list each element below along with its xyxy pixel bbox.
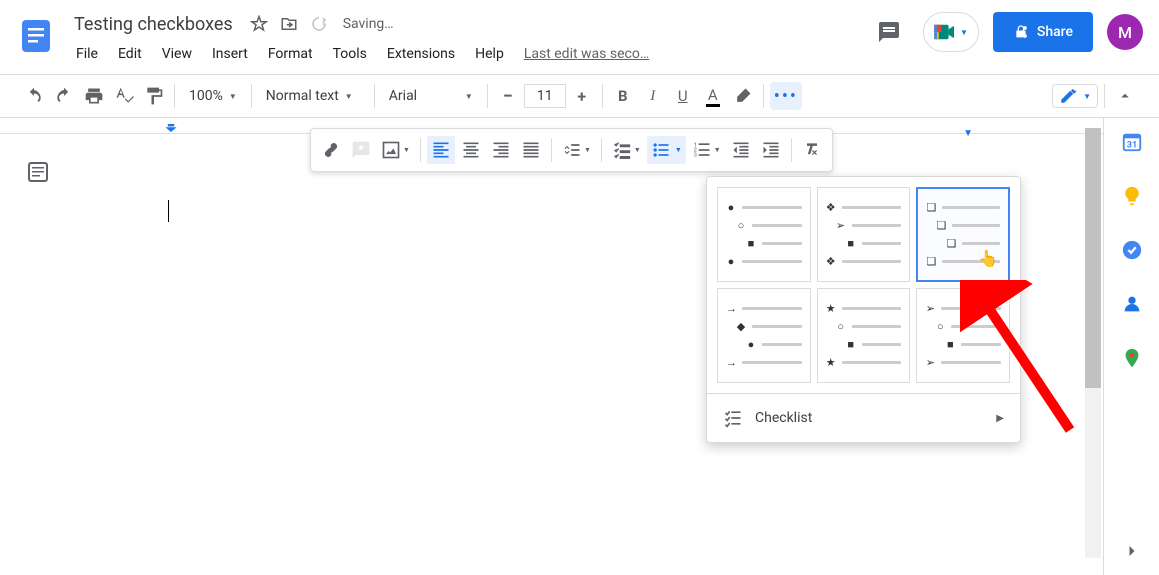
undo-button[interactable] xyxy=(20,82,48,110)
separator xyxy=(602,84,603,108)
decrease-indent-button[interactable] xyxy=(727,136,755,164)
document-title[interactable]: Testing checkboxes xyxy=(68,12,239,37)
side-panel-collapse-icon[interactable] xyxy=(1120,539,1144,563)
maps-icon[interactable] xyxy=(1120,346,1144,370)
bulleted-list-button[interactable]: ▼ xyxy=(647,136,686,164)
numbered-list-button[interactable]: 123▼ xyxy=(688,136,725,164)
bold-button[interactable]: B xyxy=(609,82,637,110)
cloud-status-icon xyxy=(309,14,329,34)
docs-home-icon[interactable] xyxy=(16,12,56,60)
menu-tools[interactable]: Tools xyxy=(325,42,375,66)
checklist-menu-item[interactable]: Checklist ▶ xyxy=(707,393,1020,442)
saving-status: Saving… xyxy=(343,16,394,32)
font-size-input[interactable]: 11 xyxy=(524,84,566,108)
align-right-button[interactable] xyxy=(487,136,515,164)
print-button[interactable] xyxy=(80,82,108,110)
side-panel: 31 xyxy=(1103,118,1159,575)
separator xyxy=(420,138,421,162)
separator xyxy=(251,84,252,108)
clear-formatting-button[interactable] xyxy=(798,136,826,164)
bullet-style-4[interactable]: → ◆ ● → xyxy=(717,288,811,383)
bullet-style-5[interactable]: ★ ○ ■ ★ xyxy=(817,288,911,383)
italic-button[interactable]: I xyxy=(639,82,667,110)
menu-edit[interactable]: Edit xyxy=(110,42,150,66)
separator xyxy=(174,84,175,108)
text-color-button[interactable]: A xyxy=(699,82,727,110)
cursor-pointer-icon: 👆 xyxy=(978,249,998,268)
align-justify-button[interactable] xyxy=(517,136,545,164)
menubar: File Edit View Insert Format Tools Exten… xyxy=(68,40,869,68)
menu-file[interactable]: File xyxy=(68,42,106,66)
move-icon[interactable] xyxy=(279,14,299,34)
align-left-real[interactable] xyxy=(427,136,455,164)
star-icon[interactable] xyxy=(249,14,269,34)
separator xyxy=(374,84,375,108)
separator xyxy=(601,138,602,162)
share-label: Share xyxy=(1037,24,1073,40)
text-cursor xyxy=(168,200,169,222)
style-select[interactable]: Normal text▼ xyxy=(258,82,368,110)
contacts-icon[interactable] xyxy=(1120,292,1144,316)
redo-button[interactable] xyxy=(50,82,78,110)
spellcheck-button[interactable] xyxy=(110,82,138,110)
scrollbar[interactable] xyxy=(1085,128,1101,558)
zoom-select[interactable]: 100%▼ xyxy=(181,82,245,110)
toolbar-overflow: ▼ ▼ ▼ ▼ 123▼ xyxy=(310,128,833,172)
underline-button[interactable]: U xyxy=(669,82,697,110)
checklist-icon xyxy=(723,408,743,428)
comments-icon[interactable] xyxy=(869,12,909,52)
bullet-style-1[interactable]: ● ○ ■ ● xyxy=(717,187,811,282)
font-size-decrease[interactable]: − xyxy=(494,82,522,110)
meet-button[interactable]: ▼ xyxy=(923,12,979,52)
font-select[interactable]: Arial▼ xyxy=(381,82,481,110)
menu-extensions[interactable]: Extensions xyxy=(379,42,463,66)
editing-mode-button[interactable]: ▼ xyxy=(1052,84,1098,108)
separator xyxy=(487,84,488,108)
outline-toggle-icon[interactable] xyxy=(26,160,50,184)
font-size-increase[interactable]: + xyxy=(568,82,596,110)
separator xyxy=(1104,84,1105,108)
separator xyxy=(551,138,552,162)
scrollbar-thumb[interactable] xyxy=(1085,128,1101,388)
calendar-icon[interactable]: 31 xyxy=(1120,130,1144,154)
menu-format[interactable]: Format xyxy=(260,42,321,66)
toolbar-more-button[interactable]: ••• xyxy=(770,82,802,110)
menu-help[interactable]: Help xyxy=(467,42,512,66)
insert-image-button[interactable]: ▼ xyxy=(377,136,414,164)
paint-format-button[interactable] xyxy=(140,82,168,110)
menu-insert[interactable]: Insert xyxy=(204,42,256,66)
toolbar: 100%▼ Normal text▼ Arial▼ − 11 + B I U A… xyxy=(0,74,1159,118)
account-avatar[interactable]: M xyxy=(1107,14,1143,50)
ruler-tab-icon[interactable]: ▼ xyxy=(963,128,973,139)
last-edit-link[interactable]: Last edit was seco… xyxy=(524,46,649,62)
bullet-style-6[interactable]: ➢ ○ ■ ➢ xyxy=(916,288,1010,383)
share-button[interactable]: Share xyxy=(993,12,1093,52)
checklist-label: Checklist xyxy=(755,410,812,426)
svg-text:3: 3 xyxy=(693,153,696,159)
menu-view[interactable]: View xyxy=(154,42,200,66)
tasks-icon[interactable] xyxy=(1120,238,1144,262)
keep-icon[interactable] xyxy=(1120,184,1144,208)
highlight-button[interactable] xyxy=(729,82,757,110)
bullet-style-popup: ● ○ ■ ● ❖ ➢ ■ ❖ ❏ ❏ ❏ ❏ 👆 → ◆ ● → ★ ○ ■ xyxy=(706,176,1021,443)
bullet-style-3[interactable]: ❏ ❏ ❏ ❏ 👆 xyxy=(916,187,1010,282)
checklist-button[interactable]: ▼ xyxy=(608,136,645,164)
increase-indent-button[interactable] xyxy=(757,136,785,164)
hide-menus-button[interactable] xyxy=(1111,82,1139,110)
insert-link-button[interactable] xyxy=(317,136,345,164)
indent-marker-icon[interactable] xyxy=(164,124,178,132)
line-spacing-button[interactable]: ▼ xyxy=(558,136,595,164)
bullet-style-2[interactable]: ❖ ➢ ■ ❖ xyxy=(817,187,911,282)
svg-text:31: 31 xyxy=(1126,141,1137,151)
separator xyxy=(791,138,792,162)
add-comment-button[interactable] xyxy=(347,136,375,164)
align-center-button[interactable] xyxy=(457,136,485,164)
submenu-arrow-icon: ▶ xyxy=(996,413,1004,424)
separator xyxy=(763,84,764,108)
